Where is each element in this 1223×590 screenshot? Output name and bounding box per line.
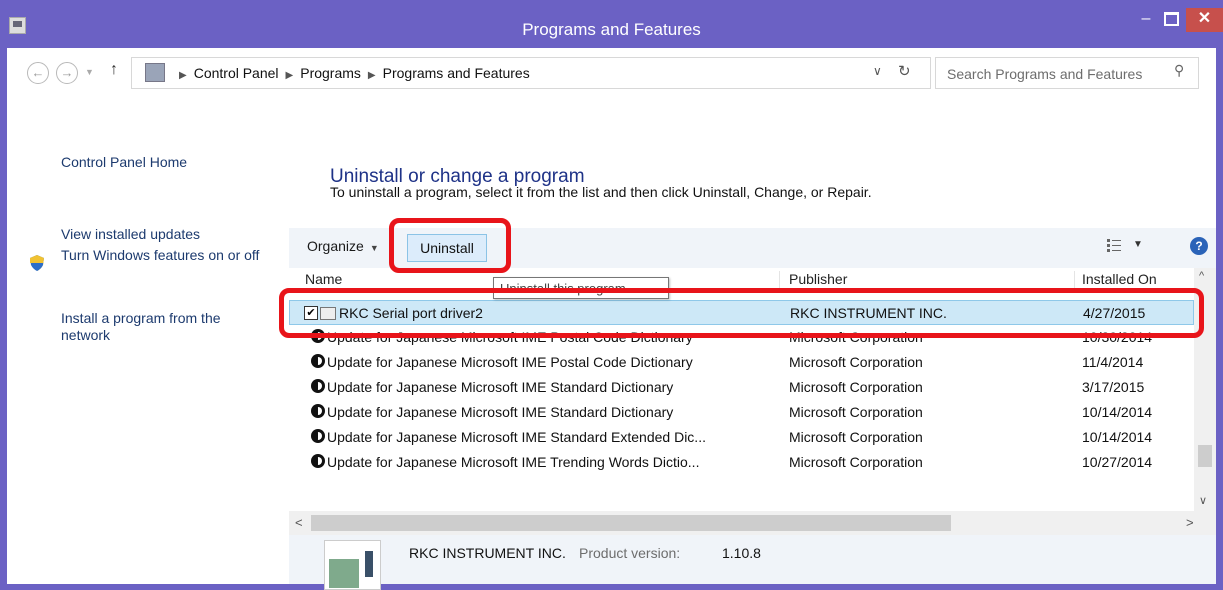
program-installed-on: 10/14/2014 [1082, 429, 1153, 445]
program-large-icon-part [365, 551, 373, 577]
breadcrumb-programs-and-features[interactable]: Programs and Features [383, 65, 530, 81]
program-name: Update for Japanese Microsoft IME Standa… [327, 379, 674, 395]
program-publisher: Microsoft Corporation [789, 404, 923, 420]
horizontal-scroll-thumb[interactable] [311, 515, 951, 531]
table-row[interactable]: Update for Japanese Microsoft IME Postal… [289, 350, 1194, 375]
program-installed-on: 10/27/2014 [1082, 454, 1153, 470]
control-panel-icon [145, 63, 165, 82]
help-icon[interactable]: ? [1190, 237, 1208, 255]
scroll-right-icon[interactable]: > [1186, 515, 1194, 530]
chevron-down-icon: ▼ [369, 243, 379, 253]
maximize-button[interactable] [1156, 8, 1186, 32]
horizontal-scrollbar[interactable]: < > [289, 511, 1216, 535]
program-publisher: Microsoft Corporation [789, 354, 923, 370]
shield-icon [30, 255, 44, 271]
breadcrumb-programs[interactable]: Programs [300, 65, 361, 81]
program-name: Update for Japanese Microsoft IME Standa… [327, 429, 706, 445]
organize-menu[interactable]: Organize ▼ [307, 238, 379, 254]
control-panel-home-link[interactable]: Control Panel Home [61, 154, 271, 171]
program-large-icon-part [329, 559, 359, 588]
details-version: 1.10.8 [722, 545, 761, 561]
program-publisher: Microsoft Corporation [789, 429, 923, 445]
page-description: To uninstall a program, select it from t… [330, 184, 872, 200]
search-box: ⚲ [935, 57, 1199, 89]
program-installed-on: 10/14/2014 [1082, 404, 1153, 420]
scroll-up-icon[interactable]: ^ [1199, 270, 1204, 282]
details-pane: RKC INSTRUMENT INC. Product version: 1.1… [289, 535, 1216, 590]
update-icon [311, 404, 325, 418]
column-header-name[interactable]: Name [305, 271, 342, 287]
window-title: Programs and Features [522, 20, 701, 39]
program-name: Update for Japanese Microsoft IME Trendi… [327, 454, 700, 470]
breadcrumb-control-panel[interactable]: Control Panel [194, 65, 279, 81]
table-row[interactable]: Update for Japanese Microsoft IME Trendi… [289, 450, 1194, 475]
update-icon [311, 379, 325, 393]
table-row[interactable]: Update for Japanese Microsoft IME Standa… [289, 400, 1194, 425]
program-installed-on: 3/17/2015 [1082, 379, 1145, 395]
maximize-icon [1163, 11, 1179, 26]
breadcrumb-separator-icon[interactable]: ▶ [361, 70, 383, 81]
program-large-icon [324, 540, 381, 590]
selected-row-highlight-box [279, 288, 1204, 338]
update-icon [311, 454, 325, 468]
breadcrumb-separator-icon[interactable]: ▶ [279, 70, 301, 81]
search-icon[interactable]: ⚲ [1174, 62, 1184, 79]
details-version-label: Product version: [579, 545, 681, 561]
program-installed-on: 11/4/2014 [1082, 354, 1144, 370]
turn-windows-features-link[interactable]: Turn Windows features on or off [61, 247, 271, 264]
left-pane: Control Panel Home View installed update… [7, 98, 289, 584]
window: Programs and Features – ✕ ← → ▼ ↑ ▶ Contr… [0, 0, 1223, 590]
column-header-installed-on[interactable]: Installed On [1082, 271, 1157, 287]
program-name: Update for Japanese Microsoft IME Postal… [327, 354, 693, 370]
refresh-icon[interactable]: ↻ [898, 62, 911, 80]
address-bar: ← → ▼ ↑ ▶ Control Panel ▶ Programs ▶ Programs… [7, 48, 1216, 98]
breadcrumb-separator-icon: ▶ [179, 70, 187, 81]
install-program-from-network-link[interactable]: Install a program from the network [61, 310, 271, 344]
program-publisher: Microsoft Corporation [789, 379, 923, 395]
close-button[interactable]: ✕ [1186, 8, 1223, 32]
title-bar[interactable]: Programs and Features – ✕ [0, 0, 1223, 48]
organize-label: Organize [307, 238, 364, 254]
column-header-publisher[interactable]: Publisher [789, 271, 847, 287]
table-row[interactable]: Update for Japanese Microsoft IME Standa… [289, 375, 1194, 400]
program-name: Update for Japanese Microsoft IME Standa… [327, 404, 674, 420]
breadcrumb: ▶ Control Panel ▶ Programs ▶ Programs and Fea… [172, 65, 530, 81]
update-icon [311, 429, 325, 443]
scroll-left-icon[interactable]: < [295, 515, 303, 530]
details-publisher: RKC INSTRUMENT INC. [409, 545, 566, 561]
forward-button[interactable]: → [56, 62, 78, 84]
recent-locations-dropdown[interactable]: ▼ [85, 67, 94, 77]
search-input[interactable] [945, 63, 1169, 85]
back-button[interactable]: ← [27, 62, 49, 84]
scroll-thumb[interactable] [1198, 445, 1212, 467]
up-button[interactable]: ↑ [110, 61, 118, 79]
scroll-down-icon[interactable]: ∨ [1199, 494, 1207, 507]
uninstall-highlight-box [389, 218, 511, 273]
table-row[interactable]: Update for Japanese Microsoft IME Standa… [289, 425, 1194, 450]
update-icon [311, 354, 325, 368]
view-dropdown-icon[interactable]: ▼ [1133, 239, 1143, 250]
view-options-icon[interactable] [1107, 239, 1121, 253]
address-dropdown-icon[interactable]: ∨ [873, 64, 882, 78]
program-publisher: Microsoft Corporation [789, 454, 923, 470]
view-installed-updates-link[interactable]: View installed updates [61, 226, 271, 243]
address-field[interactable]: ▶ Control Panel ▶ Programs ▶ Programs and Fea… [131, 57, 931, 89]
